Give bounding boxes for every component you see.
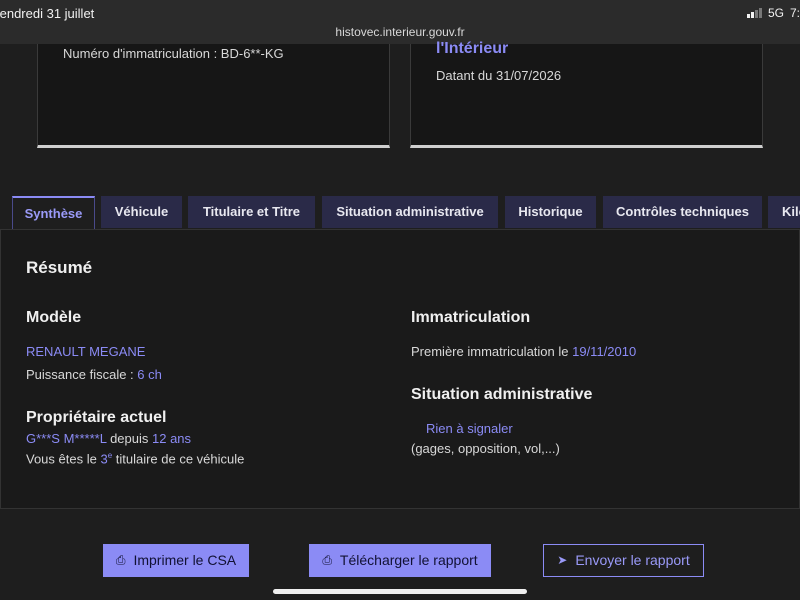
first-registration-date: 19/11/2010 — [572, 344, 637, 359]
owner-rank-number: 3 — [100, 451, 108, 467]
print-csa-label: Imprimer le CSA — [133, 552, 237, 568]
model-heading: Modèle — [26, 309, 82, 326]
tab-vehicule[interactable]: Véhicule — [101, 196, 182, 228]
status-indicators: 5G 7: — [746, 6, 800, 20]
send-report-label: Envoyer le rapport — [575, 552, 690, 568]
status-bar: /endredi 31 juillet 5G 7: histovec.inter… — [0, 0, 800, 44]
signal-icon — [746, 8, 762, 18]
owner-rank: Vous êtes le 3e titulaire de ce véhicule — [26, 451, 244, 466]
tab-historique[interactable]: Historique — [505, 196, 596, 228]
tab-titulaire[interactable]: Titulaire et Titre — [188, 196, 315, 228]
fiscal-power: Puissance fiscale : 6 ch — [26, 367, 162, 382]
print-csa-button[interactable]: ⎙ Imprimer le CSA — [103, 544, 249, 577]
printer-icon: ⎙ — [115, 553, 126, 567]
owner-since-value: 12 ans — [152, 431, 192, 446]
tab-situation[interactable]: Situation administrative — [322, 196, 498, 228]
address-bar[interactable]: histovec.interieur.gouv.fr — [0, 25, 800, 39]
first-registration-label: Première immatriculation le — [411, 344, 573, 359]
model-name: RENAULT MEGANE — [26, 344, 146, 359]
tab-synthese[interactable]: Synthèse — [12, 196, 95, 230]
download-report-button[interactable]: ⎙ Télécharger le rapport — [309, 544, 491, 577]
owner-name: G***S M*****L — [26, 431, 107, 446]
plate-number: Numéro d'immatriculation : BD-6**-KG — [63, 46, 284, 61]
home-indicator[interactable] — [273, 589, 527, 594]
fiscal-power-label: Puissance fiscale : — [26, 367, 138, 382]
tab-controles[interactable]: Contrôles techniques — [603, 196, 762, 228]
send-icon: ➤ — [557, 553, 568, 567]
owner-line: G***S M*****L depuis 12 ans — [26, 431, 191, 446]
vehicle-card: Numéro d'immatriculation : BD-6**-KG — [37, 44, 390, 148]
registration-heading: Immatriculation — [411, 309, 531, 326]
owner-since-label: depuis — [106, 431, 152, 446]
summary-title: Résumé — [26, 258, 93, 277]
tab-bar: Synthèse Véhicule Titulaire et Titre Sit… — [0, 196, 800, 230]
printer-icon: ⎙ — [322, 553, 332, 567]
summary-panel: Résumé Modèle RENAULT MEGANE Puissance f… — [0, 229, 800, 509]
report-card: l'Intérieur Datant du 31/07/2026 — [410, 40, 763, 148]
admin-heading: Situation administrative — [411, 386, 593, 403]
ministry-title: l'Intérieur — [436, 40, 509, 57]
owner-rank-suffix: titulaire de ce véhicule — [112, 451, 245, 467]
report-date: Datant du 31/07/2026 — [436, 68, 562, 83]
send-report-button[interactable]: ➤ Envoyer le rapport — [543, 544, 704, 577]
owner-heading: Propriétaire actuel — [26, 409, 167, 426]
status-date: /endredi 31 juillet — [0, 6, 95, 21]
first-registration: Première immatriculation le 19/11/2010 — [411, 344, 636, 359]
owner-rank-prefix: Vous êtes le — [26, 451, 101, 467]
download-report-label: Télécharger le rapport — [339, 552, 478, 568]
fiscal-power-value: 6 ch — [137, 367, 162, 382]
admin-details: (gages, opposition, vol,...) — [411, 441, 560, 456]
admin-status: Rien à signaler — [426, 421, 513, 436]
tab-kilometrage[interactable]: Kilo — [768, 196, 800, 228]
network-label: 5G — [767, 6, 784, 20]
battery-label: 7: — [789, 6, 800, 20]
